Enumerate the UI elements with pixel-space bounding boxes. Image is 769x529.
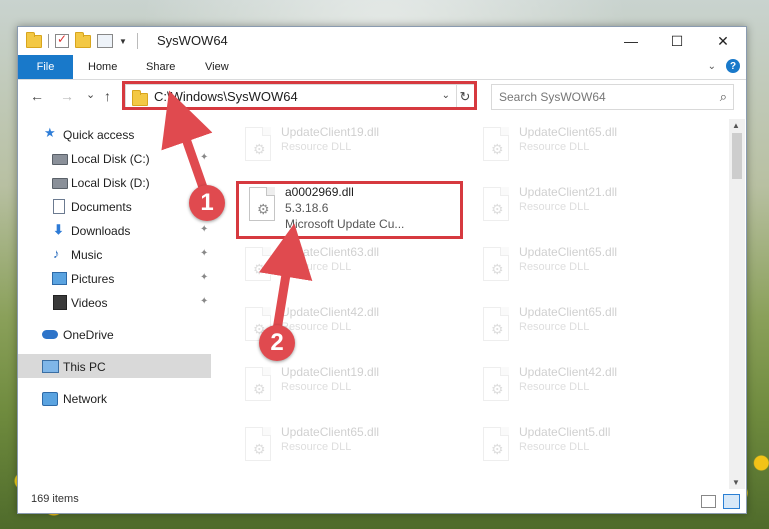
step-2-badge: 2 <box>259 325 295 361</box>
step-1-badge: 1 <box>189 185 225 221</box>
arrow-to-address-bar <box>161 90 213 201</box>
annotation-arrows <box>161 90 313 341</box>
arrow-to-selected-file <box>259 223 313 341</box>
